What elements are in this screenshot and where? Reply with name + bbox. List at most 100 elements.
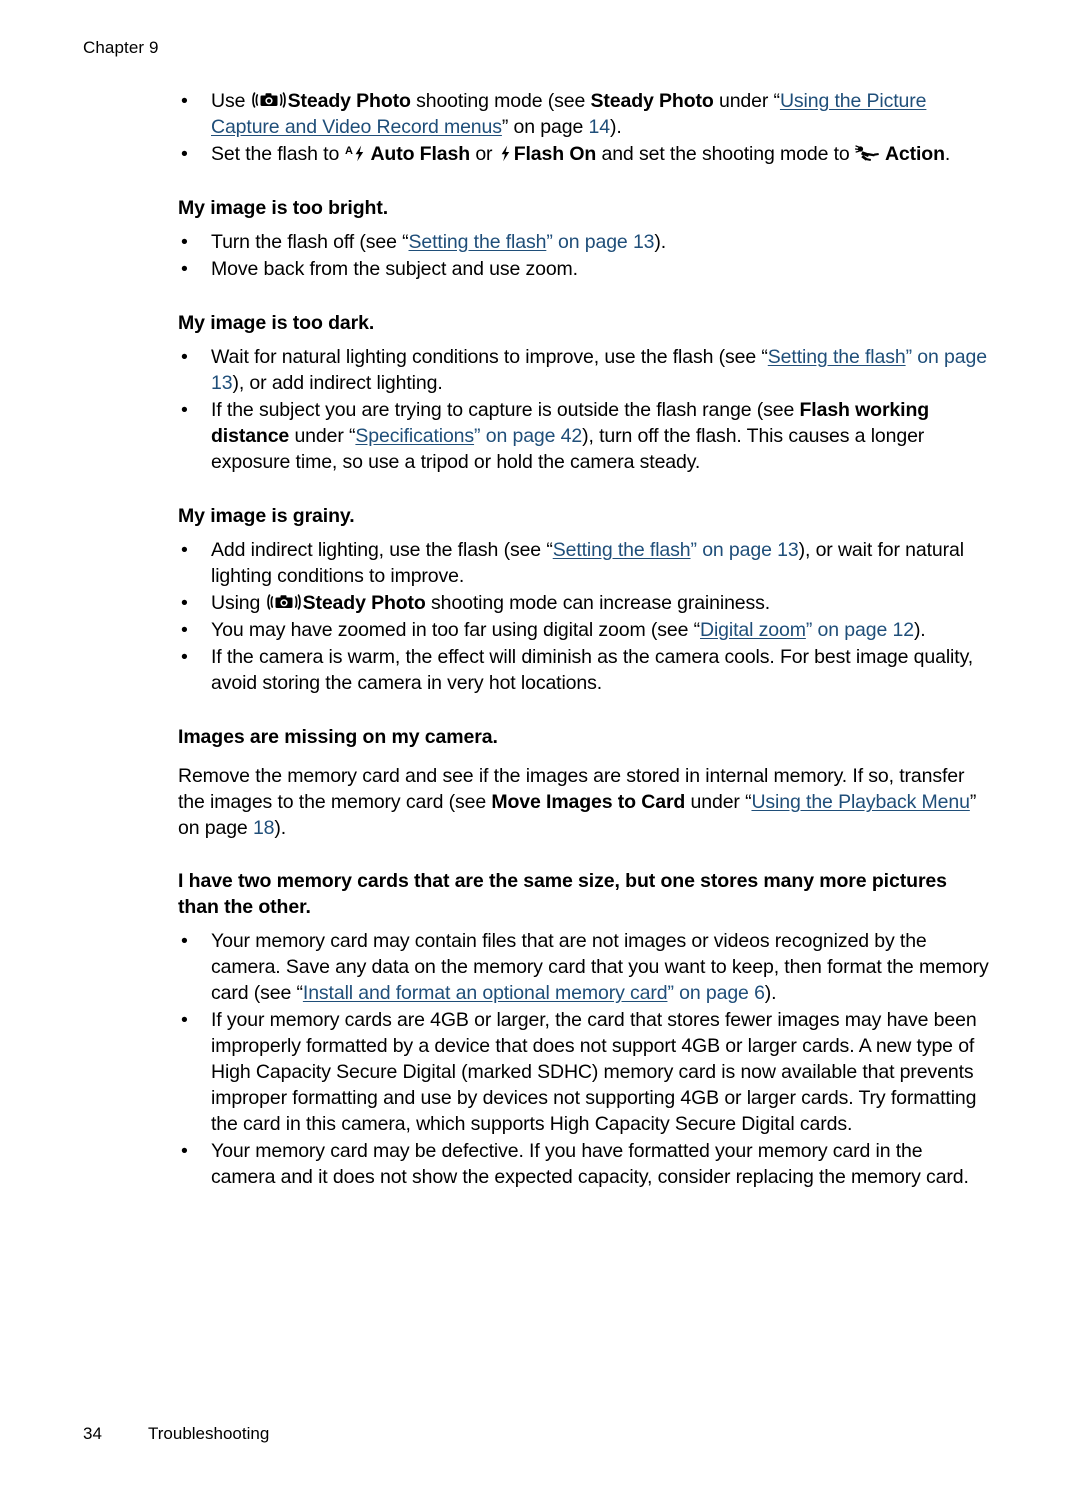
list-item: • If the subject you are trying to captur…	[178, 397, 990, 475]
bullet-text-set-flash: Set the flash to	[211, 143, 345, 166]
list-item: • Your memory card may be defective. If y…	[178, 1138, 990, 1190]
auto-flash-icon: A	[345, 143, 367, 163]
text-segment: ”	[805, 619, 818, 642]
text-segment: Your memory card may be defective. If yo…	[211, 1140, 969, 1189]
text-segment: ”	[905, 346, 918, 368]
link-setting-the-flash[interactable]: Setting the flash	[553, 539, 691, 561]
bullet-text-or: or	[470, 143, 498, 166]
bold-steady-photo: Steady Photo	[302, 592, 426, 615]
list-item: • Wait for natural lighting conditions to…	[178, 344, 990, 396]
list-item: • Turn the flash off (see “Setting the fl…	[178, 229, 990, 255]
link-using-playback-menu[interactable]: Using the Playback Menu	[751, 791, 969, 813]
text-segment: Using	[211, 592, 266, 615]
intro-bullet-list: • Use Steady Photo shooting mode (see Ste…	[178, 88, 990, 167]
steady-photo-icon	[266, 592, 301, 612]
list-item: • You may have zoomed in too far using di…	[178, 617, 990, 643]
bold-move-images-to-card: Move Images to Card	[491, 791, 686, 814]
bullet-glyph: •	[181, 592, 188, 615]
heading-too-dark: My image is too dark.	[178, 312, 375, 335]
bullet-glyph: •	[181, 930, 188, 953]
text-segment: ” on page	[546, 231, 633, 254]
list-item: • Use Steady Photo shooting mode (see Ste…	[178, 88, 990, 140]
bullet-glyph: •	[181, 1140, 188, 1163]
bold-auto-flash: Auto Flash	[370, 143, 471, 166]
heading-two-memory-cards: I have two memory cards that are the sam…	[178, 870, 947, 919]
bullet-glyph: •	[181, 1009, 188, 1032]
page-ref-13[interactable]: 13	[633, 231, 655, 253]
page-ref-14[interactable]: 14	[589, 116, 611, 138]
text-segment: ).	[913, 619, 926, 642]
list-item: • Your memory card may contain files that…	[178, 928, 990, 1006]
bullet-text-end: ).	[609, 116, 622, 139]
document-page: Chapter 9 • Use Steady Photo shooting mod…	[0, 0, 1080, 1495]
steady-photo-icon	[251, 90, 286, 110]
footer-page-number: 34	[83, 1424, 102, 1443]
bold-flash-on: Flash On	[513, 143, 597, 166]
text-segment: If the subject you are trying to capture…	[211, 399, 800, 422]
text-segment: Wait for natural lighting conditions to …	[211, 346, 768, 368]
bullet-text-under: under “	[713, 90, 780, 112]
bullet-glyph: •	[181, 231, 188, 254]
too-dark-bullet-list: • Wait for natural lighting conditions to…	[178, 344, 990, 475]
too-bright-bullet-list: • Turn the flash off (see “Setting the fl…	[178, 229, 990, 282]
link-install-format-memory-card[interactable]: Install and format an optional memory ca…	[303, 982, 668, 1004]
page-ref-6[interactable]: on page 6	[679, 982, 765, 1004]
list-item: • Set the flash to A Auto Flash or Flash O…	[178, 141, 990, 167]
text-segment: ).	[764, 982, 777, 1005]
text-segment: ”	[690, 539, 703, 562]
bullet-glyph: •	[181, 258, 188, 281]
page-ref-12[interactable]: on page 12	[818, 619, 915, 641]
text-segment: under “	[685, 791, 752, 814]
text-segment: ).	[274, 817, 287, 840]
link-specifications[interactable]: Specifications	[355, 425, 474, 447]
page-content: • Use Steady Photo shooting mode (see Ste…	[178, 88, 990, 1191]
text-segment: ”	[474, 425, 486, 448]
list-item: • Add indirect lighting, use the flash (s…	[178, 537, 990, 589]
two-memory-cards-bullet-list: • Your memory card may contain files that…	[178, 928, 990, 1190]
bullet-glyph: •	[181, 90, 188, 112]
text-segment: ), or add indirect lighting.	[232, 372, 443, 395]
bullet-glyph: •	[181, 346, 188, 368]
bullet-text-use: Use	[211, 90, 251, 112]
bullet-text-and: and set the shooting mode to	[596, 143, 855, 166]
list-item: • If the camera is warm, the effect will …	[178, 644, 990, 696]
bullet-glyph: •	[181, 619, 188, 642]
page-footer: 34 Troubleshooting	[83, 1424, 269, 1444]
bullet-text-onpage: ” on page	[501, 116, 589, 139]
text-segment: under “	[289, 425, 356, 448]
page-ref-13[interactable]: on page 13	[702, 539, 799, 561]
grainy-bullet-list: • Add indirect lighting, use the flash (s…	[178, 537, 990, 696]
svg-text:A: A	[345, 145, 353, 157]
page-ref-42[interactable]: on page 42	[486, 425, 583, 447]
page-ref-18[interactable]: 18	[253, 817, 275, 839]
heading-images-missing: Images are missing on my camera.	[178, 726, 498, 749]
link-digital-zoom[interactable]: Digital zoom	[700, 619, 806, 641]
bullet-text-mid: shooting mode (see	[410, 90, 591, 112]
bullet-glyph: •	[181, 399, 188, 422]
bullet-text-period: .	[944, 143, 951, 166]
paragraph-images-missing: Remove the memory card and see if the im…	[178, 763, 990, 841]
link-setting-the-flash[interactable]: Setting the flash	[768, 346, 906, 368]
text-segment: shooting mode can increase graininess.	[425, 592, 771, 615]
text-segment: Move back from the subject and use zoom.	[211, 258, 578, 281]
footer-section-label: Troubleshooting	[148, 1424, 270, 1443]
action-icon	[854, 144, 881, 164]
link-setting-the-flash[interactable]: Setting the flash	[409, 231, 547, 253]
list-item: • Using Steady Photo shooting mode can in…	[178, 590, 990, 616]
text-segment: You may have zoomed in too far using dig…	[211, 619, 700, 642]
bold-steady-photo-1: Steady Photo	[287, 90, 411, 112]
list-item: • If your memory cards are 4GB or larger,…	[178, 1007, 990, 1137]
flash-on-icon	[499, 143, 511, 163]
bold-steady-photo-2: Steady Photo	[590, 90, 714, 112]
text-segment: Turn the flash off (see “	[211, 231, 409, 254]
